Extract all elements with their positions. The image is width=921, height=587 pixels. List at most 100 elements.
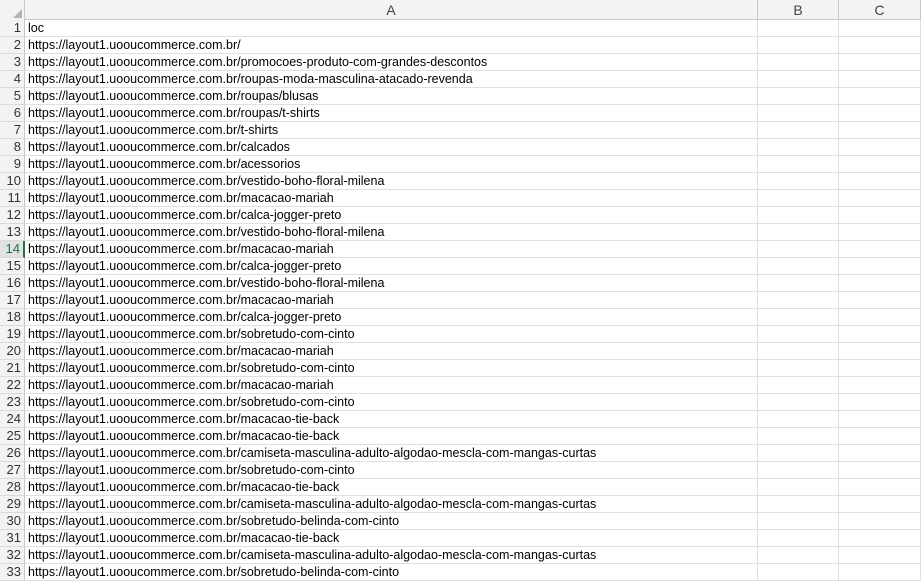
cell-b[interactable] [758,326,839,343]
cell-c[interactable] [839,139,921,156]
cell-a[interactable]: https://layout1.uooucommerce.com.br/vest… [25,224,758,241]
cell-b[interactable] [758,156,839,173]
row-header[interactable]: 7 [0,122,25,139]
cell-a[interactable]: https://layout1.uooucommerce.com.br/roup… [25,88,758,105]
cell-c[interactable] [839,326,921,343]
cell-a[interactable]: https://layout1.uooucommerce.com.br/calc… [25,258,758,275]
cell-a[interactable]: https://layout1.uooucommerce.com.br/maca… [25,428,758,445]
cell-c[interactable] [839,428,921,445]
cell-b[interactable] [758,241,839,258]
cell-c[interactable] [839,156,921,173]
cell-c[interactable] [839,173,921,190]
cell-a[interactable]: https://layout1.uooucommerce.com.br/calc… [25,309,758,326]
row-header[interactable]: 2 [0,37,25,54]
row-header[interactable]: 11 [0,190,25,207]
cell-a[interactable]: https://layout1.uooucommerce.com.br/maca… [25,241,758,258]
cell-c[interactable] [839,71,921,88]
cell-a[interactable]: https://layout1.uooucommerce.com.br/sobr… [25,513,758,530]
cell-c[interactable] [839,496,921,513]
row-header[interactable]: 20 [0,343,25,360]
cell-a[interactable]: https://layout1.uooucommerce.com.br/sobr… [25,394,758,411]
row-header[interactable]: 24 [0,411,25,428]
cell-b[interactable] [758,37,839,54]
cell-a[interactable]: https://layout1.uooucommerce.com.br/maca… [25,479,758,496]
row-header[interactable]: 15 [0,258,25,275]
row-header[interactable]: 27 [0,462,25,479]
row-header[interactable]: 33 [0,564,25,581]
row-header[interactable]: 26 [0,445,25,462]
cell-a[interactable]: https://layout1.uooucommerce.com.br/cami… [25,445,758,462]
cell-c[interactable] [839,411,921,428]
column-header-c[interactable]: C [839,0,921,20]
row-header[interactable]: 22 [0,377,25,394]
row-header[interactable]: 13 [0,224,25,241]
cell-c[interactable] [839,54,921,71]
row-header[interactable]: 12 [0,207,25,224]
row-header[interactable]: 16 [0,275,25,292]
cell-b[interactable] [758,360,839,377]
cell-c[interactable] [839,88,921,105]
cell-c[interactable] [839,445,921,462]
cell-b[interactable] [758,479,839,496]
row-header[interactable]: 3 [0,54,25,71]
select-all-button[interactable] [0,0,25,20]
cell-c[interactable] [839,258,921,275]
cell-b[interactable] [758,224,839,241]
cell-b[interactable] [758,428,839,445]
column-header-a[interactable]: A [25,0,758,20]
cell-a[interactable]: https://layout1.uooucommerce.com.br/maca… [25,411,758,428]
row-header[interactable]: 21 [0,360,25,377]
row-header[interactable]: 10 [0,173,25,190]
cell-a[interactable]: https://layout1.uooucommerce.com.br/calc… [25,139,758,156]
row-header[interactable]: 4 [0,71,25,88]
cell-b[interactable] [758,513,839,530]
cell-a[interactable]: https://layout1.uooucommerce.com.br/maca… [25,343,758,360]
cell-b[interactable] [758,275,839,292]
cell-a[interactable]: https://layout1.uooucommerce.com.br/maca… [25,377,758,394]
cell-b[interactable] [758,71,839,88]
cell-c[interactable] [839,462,921,479]
row-header[interactable]: 28 [0,479,25,496]
row-header[interactable]: 17 [0,292,25,309]
row-header[interactable]: 30 [0,513,25,530]
cell-c[interactable] [839,394,921,411]
cell-c[interactable] [839,224,921,241]
cell-a[interactable]: https://layout1.uooucommerce.com.br/aces… [25,156,758,173]
cell-a[interactable]: https://layout1.uooucommerce.com.br/t-sh… [25,122,758,139]
row-header[interactable]: 5 [0,88,25,105]
cell-a[interactable]: loc [25,20,758,37]
cell-b[interactable] [758,564,839,581]
cell-a[interactable]: https://layout1.uooucommerce.com.br/prom… [25,54,758,71]
cell-b[interactable] [758,292,839,309]
cell-c[interactable] [839,20,921,37]
cell-b[interactable] [758,54,839,71]
row-header[interactable]: 32 [0,547,25,564]
cell-a[interactable]: https://layout1.uooucommerce.com.br/sobr… [25,564,758,581]
cell-c[interactable] [839,105,921,122]
cell-c[interactable] [839,564,921,581]
cell-c[interactable] [839,479,921,496]
cell-a[interactable]: https://layout1.uooucommerce.com.br/cami… [25,547,758,564]
cell-b[interactable] [758,173,839,190]
cell-a[interactable]: https://layout1.uooucommerce.com.br/sobr… [25,462,758,479]
cell-c[interactable] [839,37,921,54]
cell-b[interactable] [758,394,839,411]
cell-a[interactable]: https://layout1.uooucommerce.com.br/vest… [25,173,758,190]
cell-b[interactable] [758,20,839,37]
cell-c[interactable] [839,207,921,224]
cell-c[interactable] [839,292,921,309]
cell-c[interactable] [839,190,921,207]
row-header[interactable]: 18 [0,309,25,326]
cell-c[interactable] [839,122,921,139]
cell-a[interactable]: https://layout1.uooucommerce.com.br/roup… [25,71,758,88]
row-header[interactable]: 19 [0,326,25,343]
cell-a[interactable]: https://layout1.uooucommerce.com.br/cami… [25,496,758,513]
cell-c[interactable] [839,275,921,292]
row-header[interactable]: 31 [0,530,25,547]
cell-a[interactable]: https://layout1.uooucommerce.com.br/vest… [25,275,758,292]
cell-c[interactable] [839,547,921,564]
cell-a[interactable]: https://layout1.uooucommerce.com.br/calc… [25,207,758,224]
row-header[interactable]: 29 [0,496,25,513]
cell-b[interactable] [758,445,839,462]
cell-c[interactable] [839,343,921,360]
